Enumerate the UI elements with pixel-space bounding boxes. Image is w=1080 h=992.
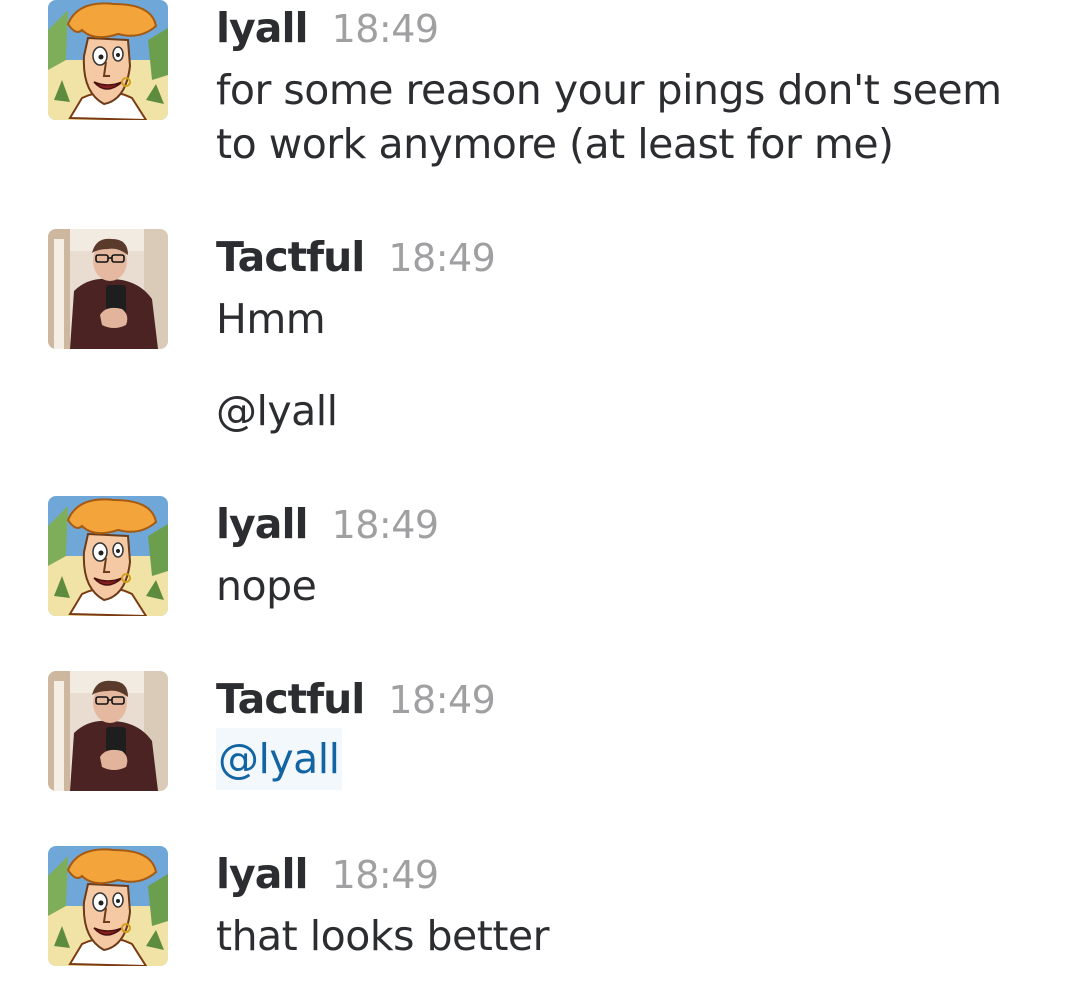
timestamp[interactable]: 18:49 bbox=[388, 678, 496, 722]
message-header: Tactful 18:49 bbox=[216, 678, 496, 722]
author-name[interactable]: lyall bbox=[216, 850, 309, 898]
author-name[interactable]: Tactful bbox=[216, 233, 365, 281]
author-name[interactable]: lyall bbox=[216, 500, 309, 548]
timestamp[interactable]: 18:49 bbox=[332, 7, 440, 51]
mirror-selfie-icon bbox=[48, 671, 168, 791]
message-header: lyall 18:49 bbox=[216, 504, 439, 545]
author-name[interactable]: lyall bbox=[216, 4, 309, 52]
author-name[interactable]: Tactful bbox=[216, 675, 365, 723]
message-header: lyall 18:49 bbox=[216, 8, 439, 49]
message-header: Tactful 18:49 bbox=[216, 236, 496, 280]
timestamp[interactable]: 18:49 bbox=[332, 853, 440, 897]
user-mention[interactable]: @lyall bbox=[216, 728, 342, 790]
message-text-line: nope bbox=[216, 562, 317, 610]
message-text-line: that looks better bbox=[216, 912, 549, 960]
avatar[interactable] bbox=[48, 671, 168, 791]
cartoon-pirate-icon bbox=[48, 846, 168, 966]
message-text-line: for some reason your pings don't seem bbox=[216, 66, 1002, 114]
message-text-line: to work anymore (at least for me) bbox=[216, 120, 894, 168]
message-text-line: @lyall bbox=[216, 387, 338, 435]
message-text-line: Hmm bbox=[216, 295, 326, 343]
timestamp[interactable]: 18:49 bbox=[332, 503, 440, 547]
avatar[interactable] bbox=[48, 846, 168, 966]
avatar[interactable] bbox=[48, 496, 168, 616]
mirror-selfie-icon bbox=[48, 229, 168, 349]
timestamp[interactable]: 18:49 bbox=[388, 236, 496, 280]
message-text-line: @lyall bbox=[216, 728, 342, 790]
cartoon-pirate-icon bbox=[48, 0, 168, 120]
cartoon-pirate-icon bbox=[48, 496, 168, 616]
avatar[interactable] bbox=[48, 229, 168, 349]
message-header: lyall 18:49 bbox=[216, 854, 439, 895]
avatar[interactable] bbox=[48, 0, 168, 120]
